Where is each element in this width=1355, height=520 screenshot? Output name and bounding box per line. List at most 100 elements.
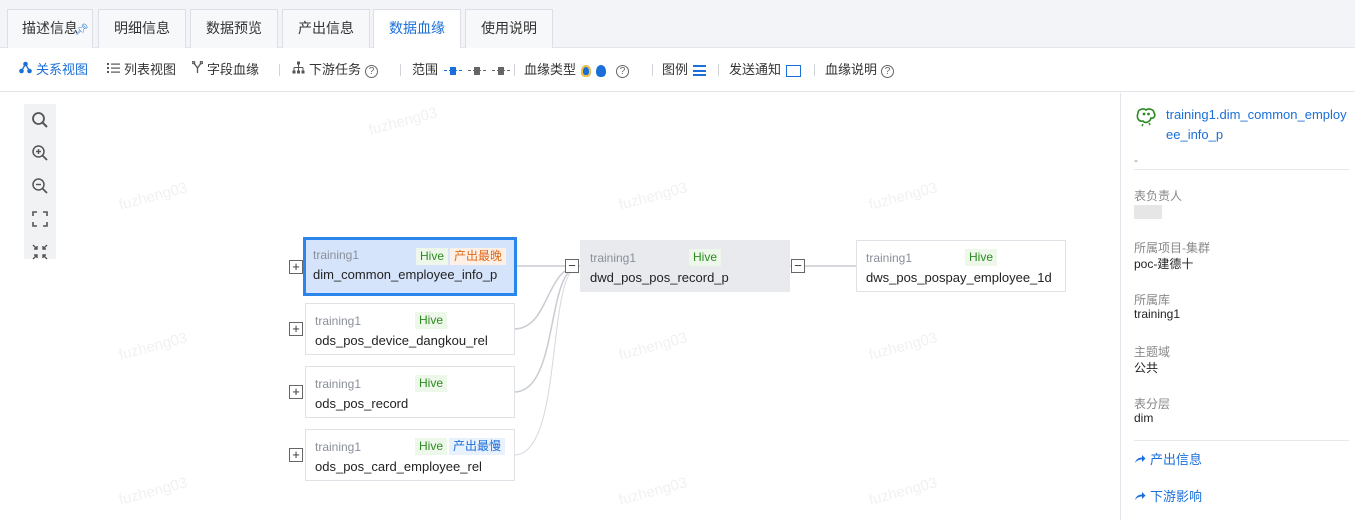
expand-upstream-button[interactable]: +	[289, 322, 303, 336]
expand-upstream-button[interactable]: +	[289, 448, 303, 462]
tab-label: 数据预览	[206, 20, 262, 36]
field-lineage-button[interactable]: 字段血缘	[191, 60, 260, 79]
tab-label: 明细信息	[114, 20, 170, 36]
node-db: training1	[315, 314, 362, 328]
node-db: training1	[313, 248, 360, 262]
lineage-desc-label: 血缘说明	[825, 62, 878, 77]
pin-icon[interactable]: 📌︎	[75, 12, 89, 49]
share-arrow-icon	[1134, 452, 1146, 467]
node-name: dws_pos_pospay_employee_1d	[866, 270, 1052, 285]
range-upstream-icon[interactable]	[444, 66, 463, 75]
output-latest-badge: 产出最晚	[450, 248, 507, 265]
legend-button[interactable]: 图例	[662, 61, 707, 79]
tab-lineage[interactable]: 数据血缘	[373, 9, 461, 49]
bulb-icon[interactable]	[596, 64, 607, 77]
collapse-upstream-button[interactable]: −	[791, 259, 805, 273]
toolbar-divider	[652, 64, 653, 76]
subject-domain-value: 公共	[1134, 361, 1159, 375]
hierarchy-icon	[292, 61, 305, 79]
legend-icon	[693, 65, 707, 77]
bulb-on-icon[interactable]	[581, 64, 592, 77]
hive-badge: Hive	[689, 249, 722, 266]
output-slowest-badge: 产出最慢	[449, 438, 506, 455]
help-icon[interactable]: ?	[616, 65, 630, 78]
lineage-type-control: 血缘类型?	[524, 61, 630, 79]
tab-details[interactable]: 明细信息	[98, 9, 186, 48]
hive-table-icon	[1135, 107, 1157, 127]
share-arrow-icon	[1134, 489, 1146, 504]
range-label: 范围	[412, 62, 439, 77]
downstream-impact-label: 下游影响	[1150, 489, 1203, 504]
range-control: 范围	[412, 61, 511, 79]
legend-label: 图例	[662, 62, 689, 77]
range-downstream-icon[interactable]	[492, 66, 511, 75]
hive-badge: Hive	[415, 375, 448, 392]
send-notice-button[interactable]: 发送通知	[729, 61, 802, 79]
expand-upstream-button[interactable]: +	[289, 260, 303, 274]
tab-label: 数据血缘	[389, 20, 445, 36]
lineage-canvas[interactable]: fuzheng03 fuzheng03 fuzheng03 fuzheng03 …	[0, 93, 1120, 520]
downstream-impact-link[interactable]: 下游影响	[1134, 486, 1202, 505]
tab-label: 使用说明	[481, 20, 537, 36]
node-db: training1	[866, 251, 913, 265]
tab-bar: 描述信息 📌︎ 明细信息 数据预览 产出信息 数据血缘 使用说明	[0, 0, 1355, 49]
list-icon	[107, 61, 120, 79]
node-db: training1	[590, 251, 637, 265]
help-icon[interactable]: ?	[365, 65, 379, 78]
range-both-icon[interactable]	[468, 66, 487, 75]
node-name: ods_pos_record	[315, 396, 409, 411]
subject-domain-label: 主题域	[1134, 345, 1171, 359]
tab-output[interactable]: 产出信息	[282, 9, 370, 48]
tab-usage[interactable]: 使用说明	[465, 9, 553, 48]
table-detail-panel: training1.dim_common_employee_info_p - 表…	[1120, 93, 1355, 520]
lineage-node-dim-common-employee-info-p[interactable]: training1 Hive 产出最晚 dim_common_employee_…	[303, 237, 517, 296]
owner-label: 表负责人	[1134, 189, 1183, 203]
tab-label: 描述信息	[22, 20, 78, 36]
table-layer-value: dim	[1134, 411, 1154, 425]
lineage-node-ods-pos-card-employee-rel[interactable]: training1 Hive 产出最慢 ods_pos_card_employe…	[305, 429, 515, 481]
db-value: training1	[1134, 307, 1181, 321]
lineage-type-label: 血缘类型	[524, 62, 577, 77]
collapse-upstream-button[interactable]: −	[565, 259, 579, 273]
node-name: ods_pos_card_employee_rel	[315, 459, 482, 474]
relation-view-button[interactable]: 关系视图	[19, 61, 88, 79]
lineage-edges	[513, 265, 857, 456]
hive-badge: Hive	[416, 248, 449, 265]
toolbar-divider	[400, 64, 401, 76]
tab-label: 产出信息	[298, 20, 354, 36]
project-label: 所属项目-集群	[1134, 241, 1210, 255]
help-icon[interactable]: ?	[881, 65, 895, 78]
list-view-label: 列表视图	[124, 62, 177, 77]
relation-view-label: 关系视图	[36, 62, 89, 77]
field-lineage-label: 字段血缘	[207, 62, 260, 77]
expand-upstream-button[interactable]: +	[289, 385, 303, 399]
downstream-tasks-label: 下游任务	[309, 62, 362, 77]
lineage-node-dwd-pos-pos-record-p[interactable]: training1 Hive dwd_pos_pos_record_p	[580, 240, 790, 292]
divider	[1134, 169, 1349, 170]
node-name: dim_common_employee_info_p	[313, 267, 498, 282]
tab-preview[interactable]: 数据预览	[190, 9, 278, 48]
toolbar-divider	[514, 64, 515, 76]
table-layer-label: 表分层	[1134, 397, 1171, 411]
toolbar-divider	[279, 64, 280, 76]
node-db: training1	[315, 377, 362, 391]
node-db: training1	[315, 440, 362, 454]
db-label: 所属库	[1134, 293, 1171, 307]
tab-description[interactable]: 描述信息 📌︎	[7, 9, 93, 48]
lineage-node-dws-pos-pospay-employee-1d[interactable]: training1 Hive dws_pos_pospay_employee_1…	[856, 240, 1066, 292]
output-info-link[interactable]: 产出信息	[1134, 449, 1202, 468]
node-name: dwd_pos_pos_record_p	[590, 270, 729, 285]
owner-avatar-redacted	[1134, 205, 1162, 219]
list-view-button[interactable]: 列表视图	[107, 61, 176, 79]
lineage-desc-button[interactable]: 血缘说明?	[825, 61, 895, 79]
panel-table-title[interactable]: training1.dim_common_employee_info_p	[1166, 105, 1351, 145]
lineage-node-ods-pos-device-dangkou-rel[interactable]: training1 Hive ods_pos_device_dangkou_re…	[305, 303, 515, 355]
toolbar-divider	[814, 64, 815, 76]
downstream-tasks-button[interactable]: 下游任务?	[292, 61, 379, 79]
lineage-node-ods-pos-record[interactable]: training1 Hive ods_pos_record	[305, 366, 515, 418]
project-value: poc-建德十	[1134, 257, 1194, 271]
hive-badge: Hive	[415, 438, 448, 455]
branch-icon	[191, 60, 204, 79]
divider	[1134, 440, 1349, 441]
send-notice-label: 发送通知	[729, 62, 782, 77]
